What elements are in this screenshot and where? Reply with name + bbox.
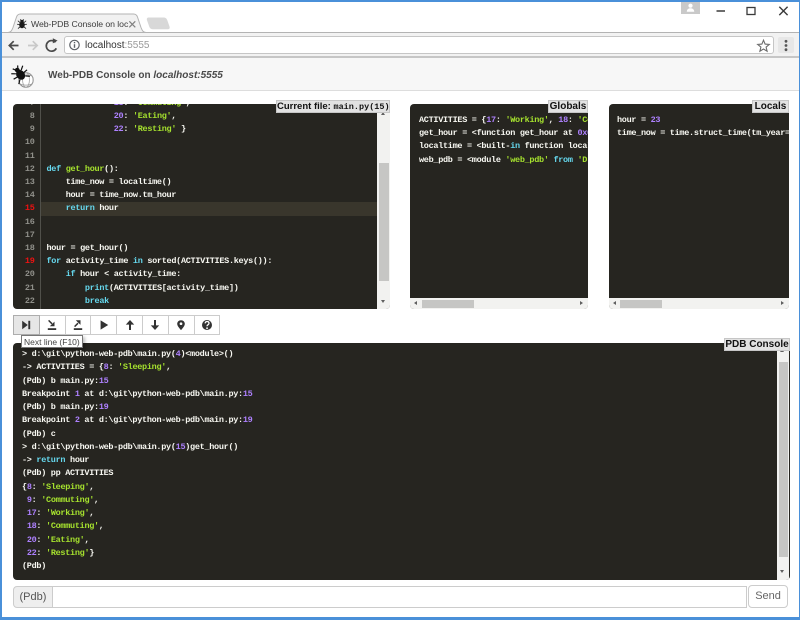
svg-text:Web-PDB Console on loc: Web-PDB Console on loc: [31, 19, 129, 29]
